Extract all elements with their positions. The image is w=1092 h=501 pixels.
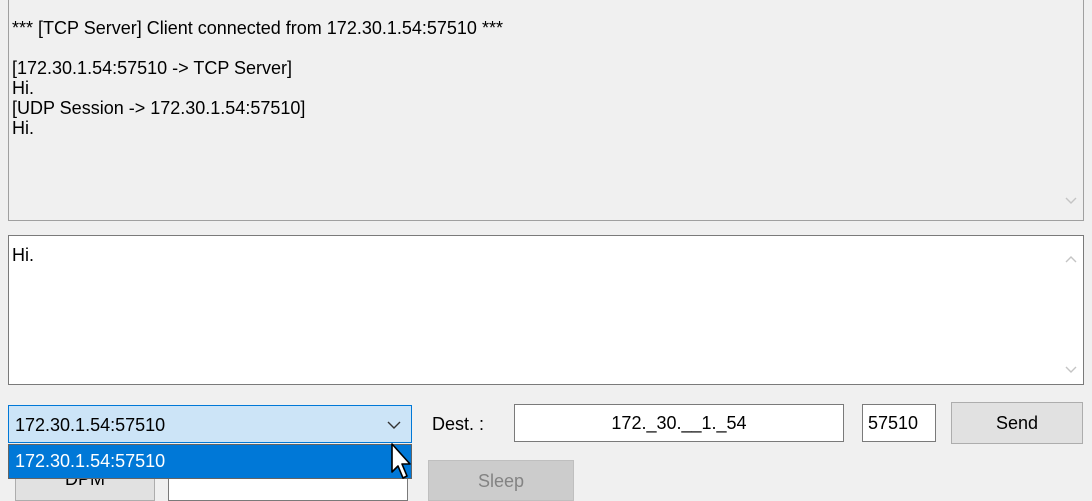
dest-port-input[interactable]: 57510: [862, 404, 936, 442]
log-line-connect: *** [TCP Server] Client connected from 1…: [12, 18, 503, 38]
log-line-udp-header: [UDP Session -> 172.30.1.54:57510]: [12, 98, 306, 118]
send-message-textarea[interactable]: Hi.: [8, 235, 1084, 385]
session-select-value: 172.30.1.54:57510: [15, 415, 166, 435]
scroll-up-arrow-icon[interactable]: [1063, 250, 1079, 266]
dest-label: Dest. :: [432, 414, 485, 434]
session-select[interactable]: 172.30.1.54:57510: [8, 405, 412, 443]
received-log-text: *** [TCP Server] Client connected from 1…: [12, 18, 503, 138]
log-line-udp-message: Hi.: [12, 118, 34, 138]
tcp-udp-terminal-window: *** [TCP Server] Client connected from 1…: [0, 0, 1092, 501]
sleep-button[interactable]: Sleep: [428, 460, 574, 501]
log-line-tcp-header: [172.30.1.54:57510 -> TCP Server]: [12, 58, 293, 78]
received-log-textarea[interactable]: *** [TCP Server] Client connected from 1…: [8, 0, 1084, 221]
send-message-text: Hi.: [12, 245, 34, 265]
scroll-down-arrow-icon[interactable]: [1063, 361, 1079, 377]
session-option[interactable]: 172.30.1.54:57510: [9, 445, 411, 478]
log-line-tcp-message: Hi.: [12, 78, 34, 98]
dest-ip-input[interactable]: 172._30.__1._54: [514, 404, 844, 442]
scroll-down-arrow-icon[interactable]: [1063, 192, 1079, 208]
chevron-down-icon[interactable]: [379, 408, 409, 440]
mouse-pointer-icon: [388, 442, 418, 484]
session-select-dropdown: 172.30.1.54:57510: [8, 444, 412, 479]
send-button[interactable]: Send: [951, 402, 1083, 444]
